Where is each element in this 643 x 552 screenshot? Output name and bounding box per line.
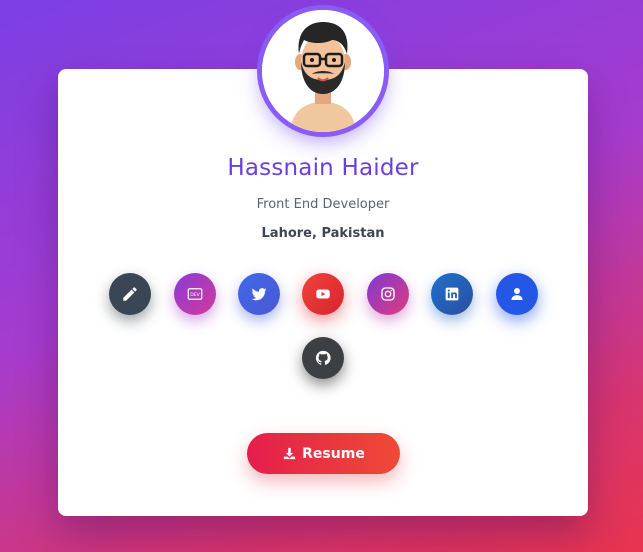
profile-name: Hassnain Haider — [227, 155, 419, 181]
social-button-dev[interactable]: DEV — [174, 273, 216, 315]
social-button-about[interactable] — [496, 273, 538, 315]
dev-icon-label: DEV — [190, 292, 200, 298]
instagram-icon — [381, 287, 395, 301]
avatar — [262, 10, 384, 132]
social-button-blog[interactable] — [109, 273, 151, 315]
twitter-icon — [251, 288, 267, 301]
profile-title: Front End Developer — [256, 197, 390, 212]
github-icon — [315, 350, 331, 365]
social-button-github[interactable] — [302, 337, 344, 379]
social-button-twitter[interactable] — [238, 273, 280, 315]
social-button-youtube[interactable] — [302, 273, 344, 315]
user-icon — [511, 288, 523, 300]
youtube-icon — [316, 289, 330, 299]
avatar-illustration — [262, 10, 384, 132]
linkedin-icon — [445, 287, 459, 301]
resume-button-label: Resume — [302, 445, 365, 462]
dev-icon: DEV — [187, 288, 203, 300]
pencil-icon — [123, 287, 137, 301]
resume-button[interactable]: Resume — [247, 433, 400, 474]
download-icon — [284, 447, 296, 460]
social-button-instagram[interactable] — [367, 273, 409, 315]
social-button-linkedin[interactable] — [431, 273, 473, 315]
profile-location: Lahore, Pakistan — [261, 226, 385, 241]
